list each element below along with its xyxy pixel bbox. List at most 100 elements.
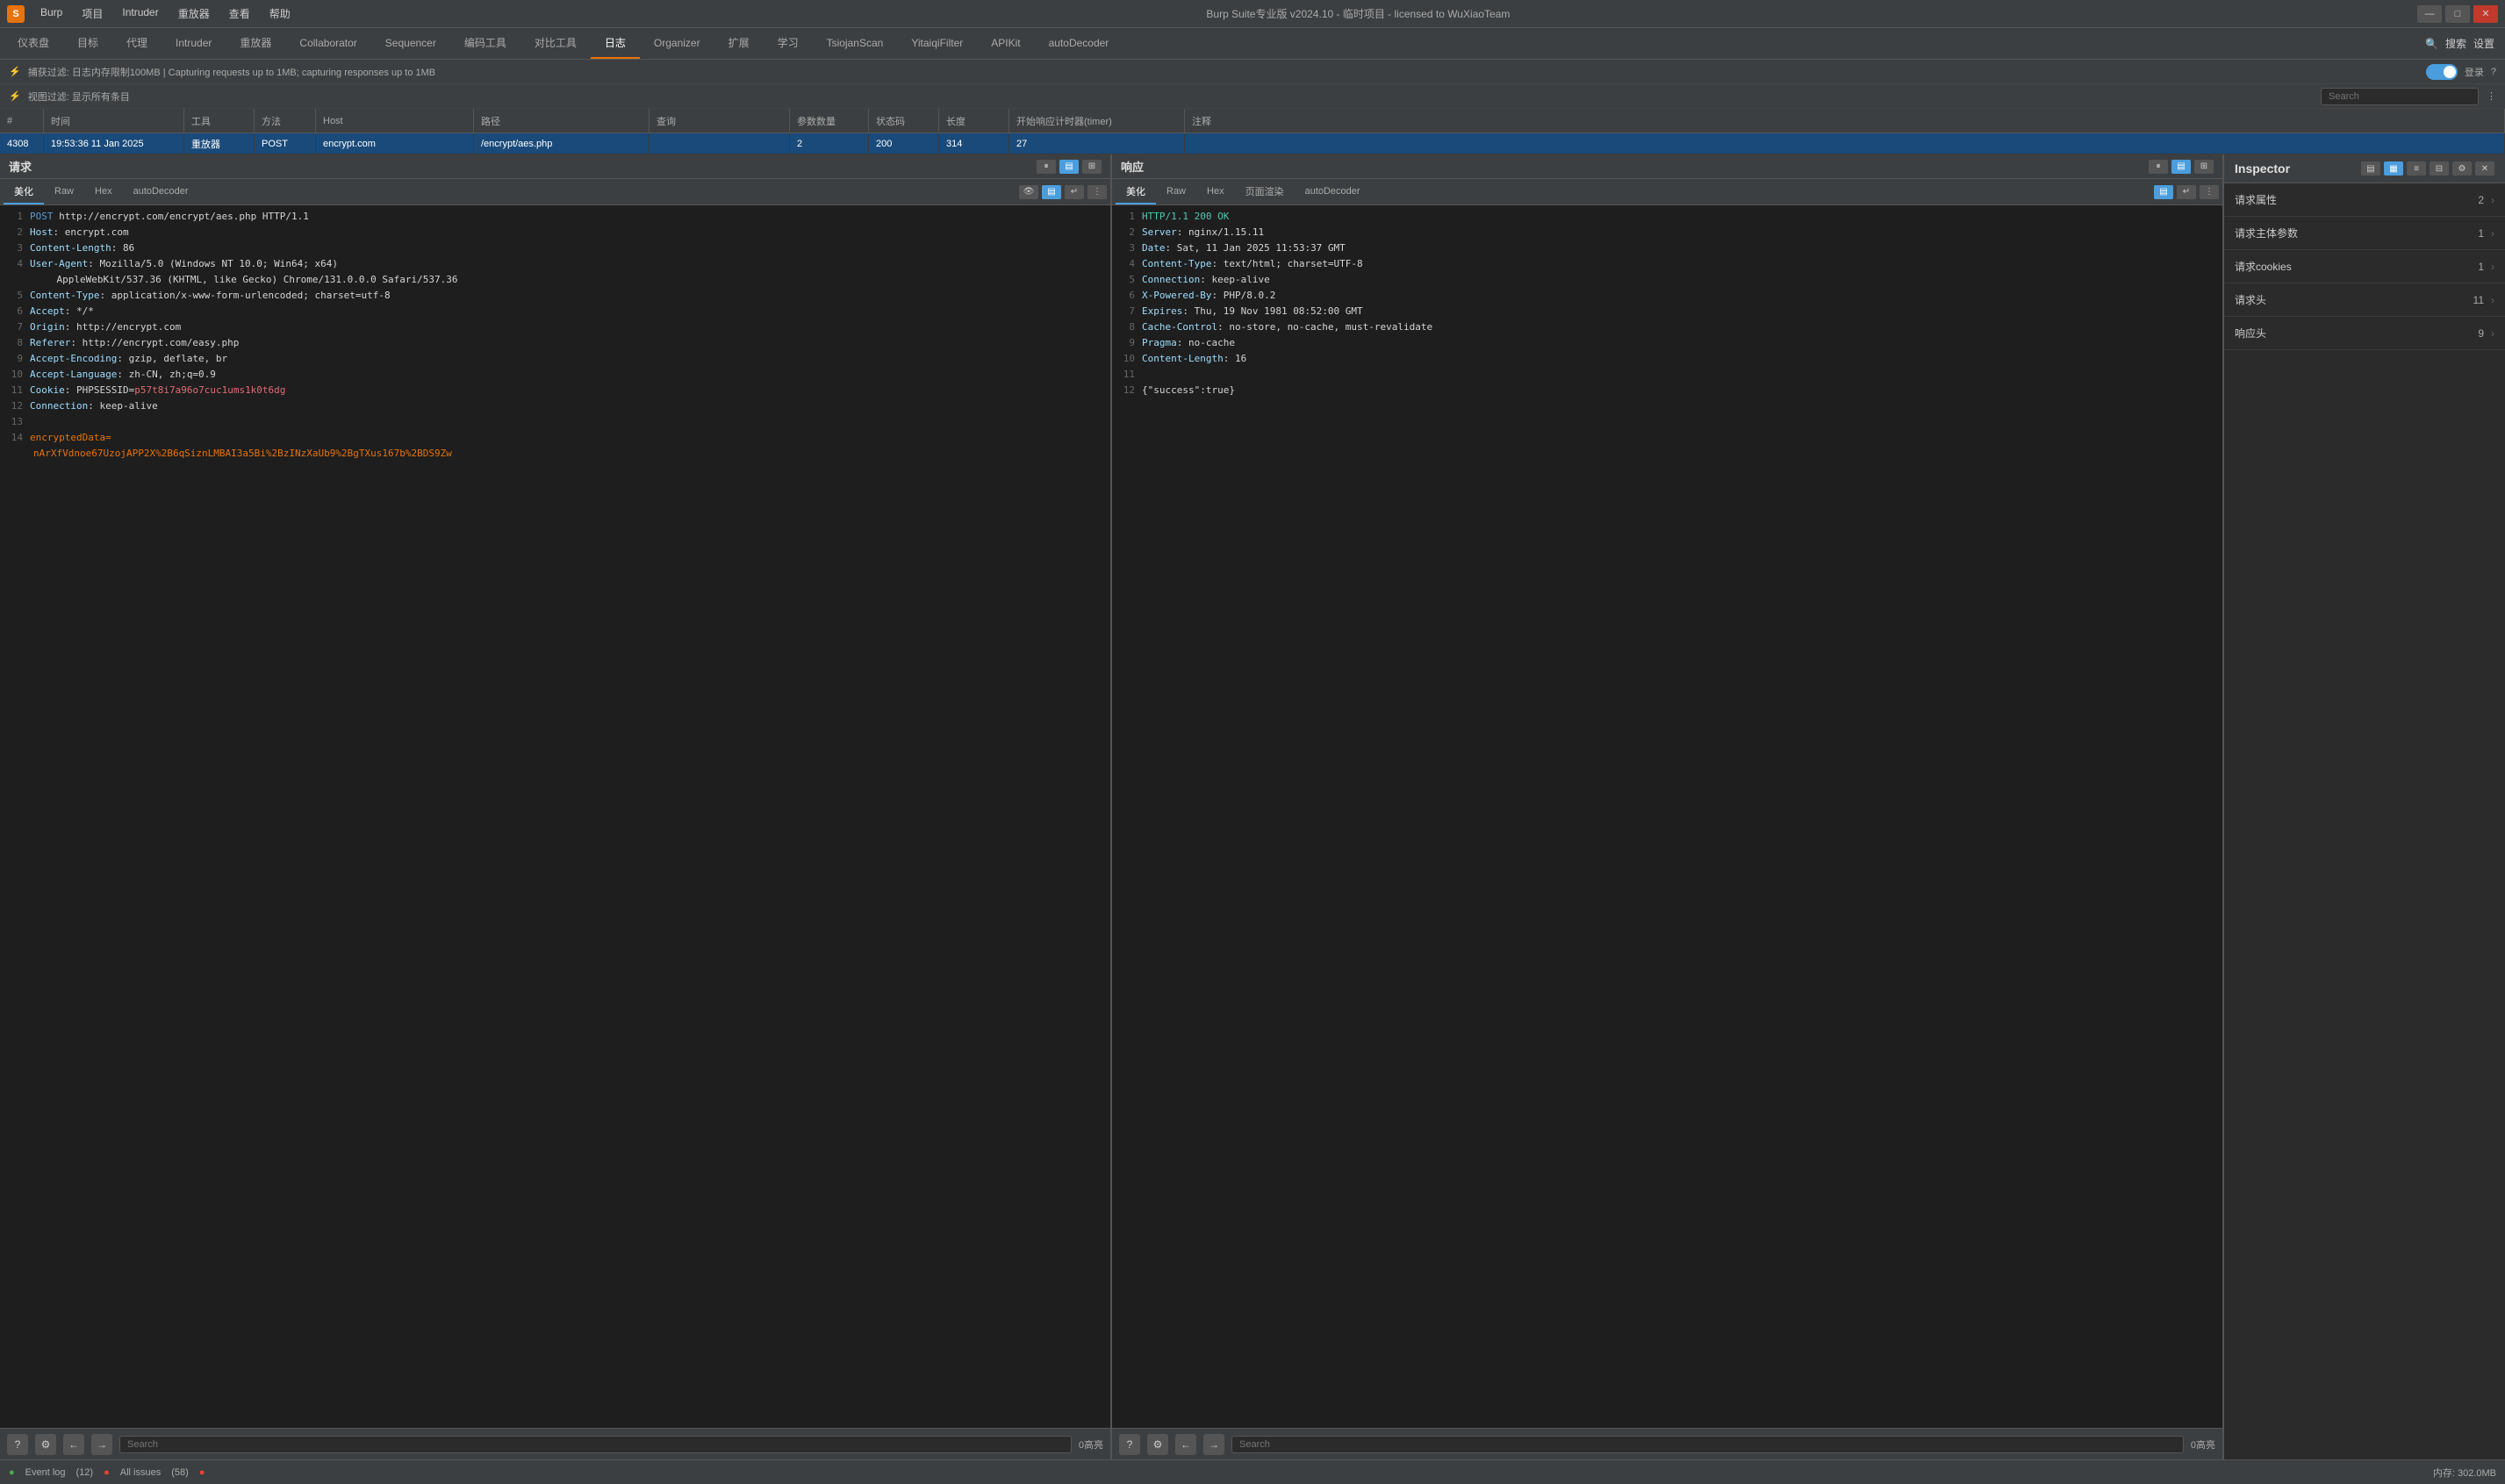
response-code-area[interactable]: 1 HTTP/1.1 200 OK 2 Server: nginx/1.15.1… xyxy=(1112,205,2222,1428)
th-note[interactable]: 注释 xyxy=(1185,109,2505,133)
minimize-button[interactable]: — xyxy=(2417,5,2442,23)
req-tab-beautify[interactable]: 美化 xyxy=(4,179,44,204)
resp-tab-raw[interactable]: Raw xyxy=(1156,179,1196,204)
insp-close-btn[interactable]: ✕ xyxy=(2475,161,2494,176)
nav-tab-log[interactable]: 日志 xyxy=(591,28,640,59)
req-menu-btn[interactable]: ⋮ xyxy=(1087,185,1107,199)
th-length[interactable]: 长度 xyxy=(939,109,1009,133)
view-btn2[interactable]: ⊞ xyxy=(1082,160,1102,174)
request-search-input[interactable] xyxy=(119,1436,1072,1453)
nav-tab-repeater[interactable]: 重放器 xyxy=(226,28,285,59)
pause-btn[interactable]: ⏸ xyxy=(1037,160,1056,174)
status-bar: ● Event log (12) ● All issues (58) ● 内存:… xyxy=(0,1459,2505,1484)
nav-tab-proxy[interactable]: 代理 xyxy=(112,28,161,59)
all-issues-label[interactable]: All issues xyxy=(120,1467,161,1478)
inspector-item-3[interactable]: 请求头 11 › xyxy=(2224,283,2505,317)
resp-tab-beautify[interactable]: 美化 xyxy=(1116,179,1156,204)
inspector-item-4[interactable]: 响应头 9 › xyxy=(2224,317,2505,350)
nav-tab-dashboard[interactable]: 仪表盘 xyxy=(4,28,63,59)
req-back-btn[interactable]: ← xyxy=(63,1434,84,1455)
resp-format-btn[interactable]: ▤ xyxy=(2154,185,2173,199)
help-icon[interactable]: ? xyxy=(2491,67,2496,77)
request-header-controls: ⏸ ▤ ⊞ xyxy=(1037,160,1102,174)
td-host: encrypt.com xyxy=(316,133,474,154)
req-tab-hex[interactable]: Hex xyxy=(84,179,123,204)
th-time[interactable]: 时间 xyxy=(44,109,184,133)
resp-view-btn2[interactable]: ⊞ xyxy=(2194,160,2214,174)
req-tab-autodecoder[interactable]: autoDecoder xyxy=(123,179,199,204)
resp-pause-btn[interactable]: ⏸ xyxy=(2149,160,2168,174)
req-forward-btn[interactable]: → xyxy=(91,1434,112,1455)
nav-tab-tsojan[interactable]: TsiojanScan xyxy=(813,28,898,59)
req-help-btn[interactable]: ? xyxy=(7,1434,28,1455)
th-method[interactable]: 方法 xyxy=(255,109,316,133)
view-btn1[interactable]: ▤ xyxy=(1059,160,1079,174)
insp-view-btn1[interactable]: ▤ xyxy=(2361,161,2380,176)
insp-settings-btn[interactable]: ⚙ xyxy=(2452,161,2472,176)
window-title: Burp Suite专业版 v2024.10 - 临时项目 - licensed… xyxy=(299,6,2417,21)
resp-forward-btn[interactable]: → xyxy=(1203,1434,1224,1455)
th-id[interactable]: # xyxy=(0,109,44,133)
close-button[interactable]: ✕ xyxy=(2473,5,2498,23)
insp-align-btn[interactable]: ≡ xyxy=(2407,161,2426,176)
resp-back-btn[interactable]: ← xyxy=(1175,1434,1196,1455)
th-query[interactable]: 查询 xyxy=(650,109,790,133)
table-row[interactable]: 4308 19:53:36 11 Jan 2025 重放器 POST encry… xyxy=(0,133,2505,154)
insp-filter-btn[interactable]: ⊟ xyxy=(2430,161,2449,176)
menu-burp[interactable]: Burp xyxy=(32,3,71,25)
nav-tab-encoder[interactable]: 编码工具 xyxy=(450,28,520,59)
resp-menu-btn[interactable]: ⋮ xyxy=(2200,185,2219,199)
resp-wrap-btn[interactable]: ↵ xyxy=(2177,185,2196,199)
th-host[interactable]: Host xyxy=(316,109,474,133)
req-wrap-btn[interactable]: ↵ xyxy=(1065,185,1084,199)
menu-items: Burp 项目 Intruder 重放器 查看 帮助 xyxy=(32,3,299,25)
nav-tab-collaborator[interactable]: Collaborator xyxy=(285,28,370,59)
th-status[interactable]: 状态码 xyxy=(869,109,939,133)
inspector-item-label-0: 请求属性 xyxy=(2235,192,2478,207)
menu-help[interactable]: 帮助 xyxy=(261,3,299,25)
response-search-input[interactable] xyxy=(1231,1436,2184,1453)
nav-tab-autodecoder[interactable]: autoDecoder xyxy=(1035,28,1123,59)
nav-tab-organizer[interactable]: Organizer xyxy=(640,28,714,59)
req-settings-btn[interactable]: ⚙ xyxy=(35,1434,56,1455)
menu-view[interactable]: 查看 xyxy=(220,3,259,25)
event-log-label[interactable]: Event log xyxy=(25,1467,66,1478)
inspector-item-0[interactable]: 请求属性 2 › xyxy=(2224,183,2505,217)
resp-tab-hex[interactable]: Hex xyxy=(1196,179,1235,204)
request-code-area[interactable]: 1 POST http://encrypt.com/encrypt/aes.ph… xyxy=(0,205,1110,1428)
capture-toggle[interactable] xyxy=(2426,64,2458,80)
th-timer[interactable]: 开始响应计时器(timer) xyxy=(1009,109,1185,133)
th-tool[interactable]: 工具 xyxy=(184,109,255,133)
menu-project[interactable]: 项目 xyxy=(73,3,111,25)
th-path[interactable]: 路径 xyxy=(474,109,650,133)
nav-tab-target[interactable]: 目标 xyxy=(63,28,112,59)
chevron-icon-4: › xyxy=(2491,327,2494,340)
insp-view-btn2[interactable]: ▦ xyxy=(2384,161,2403,176)
nav-tab-compare[interactable]: 对比工具 xyxy=(520,28,591,59)
resp-tab-autodecoder[interactable]: autoDecoder xyxy=(1295,179,1371,204)
resp-help-btn[interactable]: ? xyxy=(1119,1434,1140,1455)
table-search-input[interactable] xyxy=(2321,88,2479,105)
inspector-item-1[interactable]: 请求主体参数 1 › xyxy=(2224,217,2505,250)
resp-view-btn1[interactable]: ▤ xyxy=(2171,160,2191,174)
maximize-button[interactable]: □ xyxy=(2445,5,2470,23)
th-params[interactable]: 参数数量 xyxy=(790,109,869,133)
nav-tab-yitaiqi[interactable]: YitaiqiFilter xyxy=(897,28,977,59)
inspector-item-2[interactable]: 请求cookies 1 › xyxy=(2224,250,2505,283)
req-tab-raw[interactable]: Raw xyxy=(44,179,84,204)
req-format-btn[interactable]: ▤ xyxy=(1042,185,1061,199)
menu-intruder[interactable]: Intruder xyxy=(113,3,167,25)
settings-label[interactable]: 设置 xyxy=(2473,36,2494,51)
nav-tab-sequencer[interactable]: Sequencer xyxy=(371,28,450,59)
req-eye-btn[interactable]: 👁 xyxy=(1019,185,1038,199)
menu-repeater[interactable]: 重放器 xyxy=(169,3,219,25)
nav-tab-extensions[interactable]: 扩展 xyxy=(714,28,764,59)
request-tabs: 美化 Raw Hex autoDecoder 👁 ▤ ↵ ⋮ xyxy=(0,179,1110,205)
view-filter-menu[interactable]: ⋮ xyxy=(2487,90,2496,102)
resp-tab-render[interactable]: 页面渲染 xyxy=(1235,179,1295,204)
nav-tab-learn[interactable]: 学习 xyxy=(764,28,813,59)
login-label[interactable]: 登录 xyxy=(2465,65,2484,79)
nav-tab-apikit[interactable]: APIKit xyxy=(977,28,1034,59)
resp-settings-btn[interactable]: ⚙ xyxy=(1147,1434,1168,1455)
nav-tab-intruder[interactable]: Intruder xyxy=(161,28,226,59)
